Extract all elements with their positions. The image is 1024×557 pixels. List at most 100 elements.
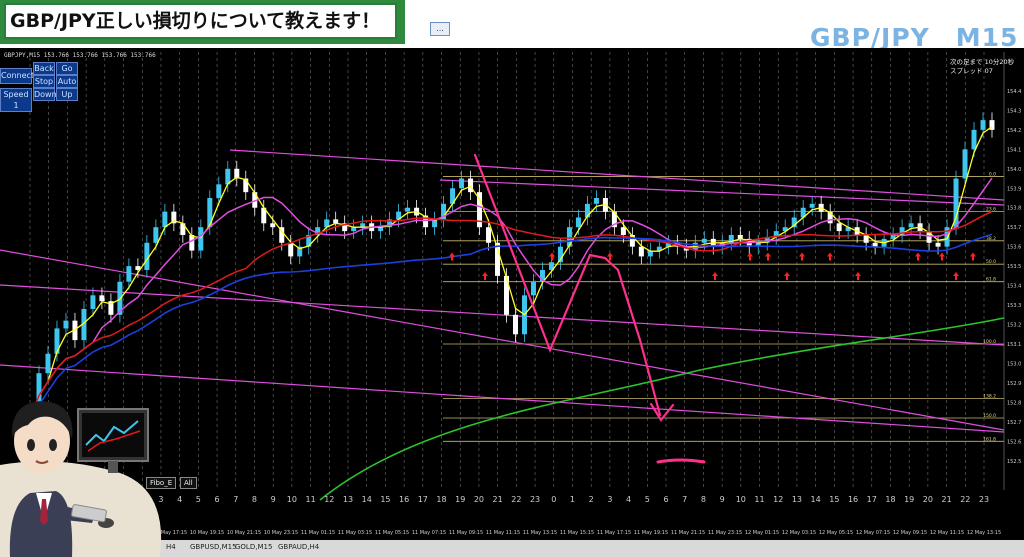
up-button[interactable]: Up bbox=[56, 88, 78, 101]
x-tick-label: 10 bbox=[736, 495, 746, 504]
fib-level-label: 0.0 bbox=[989, 172, 996, 178]
candle-body bbox=[126, 266, 132, 282]
x-tick-label: 15 bbox=[829, 495, 839, 504]
price-tick-label: 152.5 bbox=[1007, 459, 1021, 465]
down-button[interactable]: Down bbox=[33, 88, 57, 101]
x-tick-label: 13 bbox=[343, 495, 353, 504]
x-date-label: 11 May 19:15 bbox=[634, 530, 668, 536]
candle-body bbox=[962, 149, 968, 179]
candle-body bbox=[162, 211, 168, 228]
x-date-label: 11 May 21:15 bbox=[671, 530, 705, 536]
spread-readout: スプレッド 07 bbox=[950, 67, 993, 75]
x-date-label: 12 May 13:15 bbox=[967, 530, 1001, 536]
tab-gbpaud-h4[interactable]: GBPAUD,H4 bbox=[278, 543, 319, 551]
price-tick-label: 153.2 bbox=[1007, 323, 1021, 329]
presenter-illustration bbox=[0, 401, 162, 557]
x-date-label: 11 May 07:15 bbox=[412, 530, 446, 536]
fib-level-label: 61.8 bbox=[986, 277, 996, 283]
x-tick-label: 21 bbox=[941, 495, 951, 504]
candle-body bbox=[836, 223, 842, 232]
x-date-label: 11 May 01:15 bbox=[301, 530, 335, 536]
x-date-label: 11 May 03:15 bbox=[338, 530, 372, 536]
price-tick-label: 153.5 bbox=[1007, 264, 1021, 270]
price-tick-label: 153.4 bbox=[1007, 284, 1021, 290]
price-tick-label: 154.3 bbox=[1007, 108, 1021, 114]
x-tick-label: 17 bbox=[867, 495, 877, 504]
price-tick-label: 152.8 bbox=[1007, 400, 1021, 406]
x-tick-label: 7 bbox=[682, 495, 687, 504]
connect-button[interactable]: Connect bbox=[0, 68, 34, 84]
x-date-label: 12 May 01:15 bbox=[745, 530, 779, 536]
x-tick-label: 16 bbox=[848, 495, 858, 504]
x-tick-label: 9 bbox=[271, 495, 276, 504]
x-date-label: 11 May 17:15 bbox=[597, 530, 631, 536]
x-tick-label: 6 bbox=[663, 495, 668, 504]
x-date-label: 10 May 21:15 bbox=[227, 530, 261, 536]
x-tick-label: 2 bbox=[589, 495, 594, 504]
x-tick-label: 14 bbox=[811, 495, 821, 504]
x-date-label: 11 May 13:15 bbox=[523, 530, 557, 536]
x-tick-label: 5 bbox=[645, 495, 650, 504]
next-candle-timer: 次の足まで 10分20秒 bbox=[950, 58, 1015, 66]
x-date-label: 11 May 23:15 bbox=[708, 530, 742, 536]
candle-body bbox=[701, 238, 707, 243]
candle-body bbox=[809, 203, 815, 208]
x-tick-label: 11 bbox=[305, 495, 315, 504]
price-tick-label: 153.0 bbox=[1007, 361, 1021, 367]
x-tick-label: 23 bbox=[979, 495, 989, 504]
x-tick-label: 11 bbox=[754, 495, 764, 504]
price-tick-label: 153.9 bbox=[1007, 186, 1021, 192]
candle-body bbox=[90, 295, 96, 309]
candle-body bbox=[270, 223, 276, 228]
back-button[interactable]: Back bbox=[33, 62, 55, 75]
all-button[interactable]: All bbox=[180, 477, 197, 489]
price-tick-label: 154.4 bbox=[1007, 89, 1021, 95]
candle-body bbox=[908, 223, 914, 228]
x-date-label: 12 May 03:15 bbox=[782, 530, 816, 536]
auto-button[interactable]: Auto bbox=[56, 75, 78, 88]
x-date-label: 10 May 23:15 bbox=[264, 530, 298, 536]
x-tick-label: 19 bbox=[904, 495, 914, 504]
candle-body bbox=[207, 198, 213, 228]
candle-body bbox=[45, 353, 51, 374]
x-date-label: 12 May 05:15 bbox=[819, 530, 853, 536]
chart-tabs-bar: H4 GBPUSD,M15 GOLD,M15 GBPAUD,H4 bbox=[160, 540, 1024, 557]
candle-body bbox=[512, 314, 518, 335]
price-tick-label: 153.3 bbox=[1007, 303, 1021, 309]
x-tick-label: 4 bbox=[626, 495, 631, 504]
ohlc-readout: GBPJPY,M15 153.766 153.766 153.766 153.7… bbox=[4, 52, 156, 59]
x-date-label: 12 May 09:15 bbox=[893, 530, 927, 536]
price-tick-label: 152.9 bbox=[1007, 381, 1021, 387]
go-button[interactable]: Go bbox=[56, 62, 78, 75]
candle-body bbox=[468, 178, 474, 193]
tab-gbpusd-m15[interactable]: GBPUSD,M15 bbox=[190, 543, 237, 551]
x-tick-label: 4 bbox=[177, 495, 182, 504]
title-text: GBP/JPY正しい損切りについて教えます！ bbox=[4, 3, 397, 39]
fib-level-label: 138.2 bbox=[983, 394, 996, 400]
monitor-stand bbox=[108, 461, 118, 473]
x-tick-label: 12 bbox=[773, 495, 783, 504]
title-banner: GBP/JPY正しい損切りについて教えます！ bbox=[0, 0, 405, 44]
x-tick-label: 5 bbox=[196, 495, 201, 504]
stop-button[interactable]: Stop bbox=[33, 75, 55, 88]
candle-body bbox=[530, 281, 536, 296]
candle-body bbox=[620, 227, 626, 235]
price-tick-label: 153.6 bbox=[1007, 245, 1021, 251]
x-tick-label: 0 bbox=[551, 495, 556, 504]
price-tick-label: 153.7 bbox=[1007, 225, 1021, 231]
candle-body bbox=[971, 129, 977, 150]
x-tick-label: 8 bbox=[701, 495, 706, 504]
person-eye-right bbox=[49, 439, 57, 451]
candle-body bbox=[288, 242, 294, 257]
x-date-label: 12 May 07:15 bbox=[856, 530, 890, 536]
fib-level-label: 161.8 bbox=[983, 436, 996, 442]
candle-timer-info: 次の足まで 10分20秒 スプレッド 07 bbox=[950, 58, 1014, 76]
speed-button[interactable]: Speed 1 bbox=[0, 88, 32, 112]
tab-gold-m15[interactable]: GOLD,M15 bbox=[235, 543, 272, 551]
price-tick-label: 153.1 bbox=[1007, 342, 1021, 348]
toolbar-window-icon[interactable]: ... bbox=[430, 22, 450, 36]
candle-body bbox=[593, 198, 599, 204]
candle-body bbox=[216, 184, 222, 198]
candle-body bbox=[153, 227, 159, 243]
x-tick-label: 7 bbox=[233, 495, 238, 504]
